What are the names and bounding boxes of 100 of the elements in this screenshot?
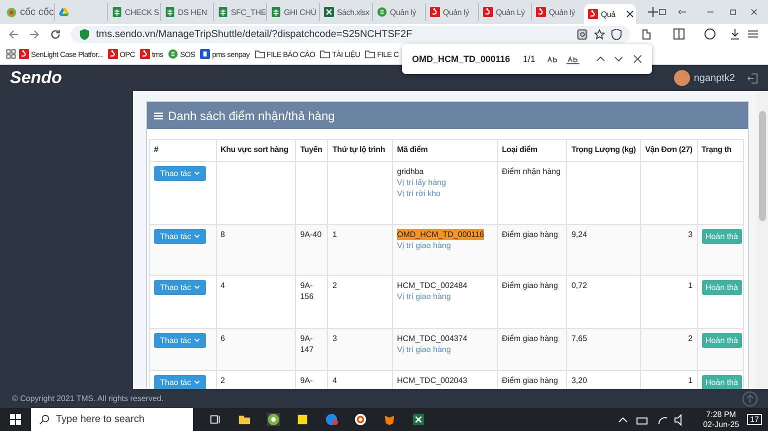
caret-icon: [194, 171, 200, 176]
status-badge: Hoàn thà: [702, 229, 742, 244]
user-name[interactable]: nganptk2: [694, 72, 735, 84]
column-header: #: [150, 140, 216, 162]
browser-icon[interactable]: [267, 413, 280, 426]
table-cell: 2: [332, 280, 337, 291]
taskbar-search-field[interactable]: Type here to search: [31, 408, 193, 431]
lines-circle-icon: [168, 49, 178, 59]
up-icon[interactable]: [596, 54, 606, 64]
location-link[interactable]: Vị trí giao hàng: [397, 291, 493, 302]
column-header: Mã điểm: [392, 140, 498, 162]
fox-icon[interactable]: [383, 413, 396, 426]
table-cell: 3: [688, 229, 693, 240]
table-cell: Điểm giao hàng: [502, 375, 558, 386]
table-cell-text: 9A-156: [300, 280, 315, 302]
brand-logo-icon: [430, 7, 440, 17]
notification-button[interactable]: 17: [747, 414, 762, 425]
browser-tab[interactable]: Quản Lý: [478, 3, 531, 21]
point-code: HCM_TDC_004374: [397, 333, 468, 344]
chat-icon[interactable]: [325, 413, 338, 426]
status-badge: Hoàn thà: [702, 375, 742, 389]
app-logo[interactable]: Sendo: [10, 68, 62, 88]
find-field[interactable]: OMD_HCM_TD_000116: [412, 54, 514, 64]
forward-icon[interactable]: [29, 28, 40, 40]
browser-tab[interactable]: SFC_THE: [212, 3, 266, 21]
caret-icon: [194, 285, 200, 290]
point-code: HCM_TDC_002043: [397, 375, 468, 386]
browser-logo: cốc cốc: [6, 6, 54, 18]
action-dropdown[interactable]: Thao tác: [154, 375, 206, 389]
close-icon[interactable]: [632, 54, 642, 64]
browser-tab[interactable]: DS HẸN: [160, 3, 213, 21]
table-cell: 7,65: [571, 333, 588, 344]
caret-icon: [194, 338, 200, 343]
star-icon[interactable]: [594, 28, 605, 40]
search-icon: [39, 414, 50, 425]
browser-tab[interactable]: Quản lý: [372, 3, 425, 21]
caret-icon: [194, 234, 200, 239]
drive-icon: [58, 7, 69, 17]
table-cell: Điểm giao hàng: [502, 229, 558, 240]
location-link[interactable]: Vị trí lấy hàng: [397, 177, 493, 188]
sticky-note-icon[interactable]: [296, 413, 309, 426]
table-cell: 8: [220, 229, 225, 240]
location-link[interactable]: Vị trí giao hàng: [397, 344, 493, 355]
table-cell: Điểm giao hàng: [502, 280, 558, 291]
location-link[interactable]: Vị trí giao hàng: [397, 240, 493, 251]
lines-circle-icon: [376, 7, 387, 17]
table-cell: 0,72: [571, 280, 588, 291]
brand-logo-icon: [108, 49, 118, 59]
table-cell: Điểm giao hàng: [502, 333, 558, 344]
down-icon[interactable]: [614, 54, 624, 64]
excel-icon: [324, 7, 334, 17]
spreadsheet-icon[interactable]: [412, 413, 425, 426]
avatar-icon[interactable]: [674, 70, 690, 86]
browser-tab[interactable]: Quản lý: [530, 3, 584, 21]
scrollbar[interactable]: [757, 91, 768, 389]
clock-time[interactable]: 7:28 PM: [706, 410, 736, 420]
table-cell: 6: [220, 333, 225, 344]
folder-icon: [320, 49, 330, 59]
windows-start-icon[interactable]: [10, 414, 21, 425]
table-cell-text: 9A-147: [300, 333, 315, 355]
copyright-text: © Copyright 2021 TMS. All rights reserved.: [12, 394, 164, 403]
shield-icon[interactable]: [611, 28, 622, 40]
address-field[interactable]: tms.sendo.vn/ManageTripShuttle/detail/?dispatchcode=S25NCHTSF2F: [71, 26, 630, 42]
logout-icon[interactable]: [747, 72, 758, 84]
ring-icon[interactable]: [354, 413, 367, 426]
reload-icon[interactable]: [50, 28, 61, 40]
table-cell: 2: [688, 333, 693, 344]
action-dropdown[interactable]: Thao tác: [154, 333, 206, 348]
action-dropdown[interactable]: Thao tác: [154, 229, 206, 244]
status-badge: Hoàn thà: [702, 333, 742, 348]
close-tab-icon[interactable]: [626, 10, 634, 18]
find-icon[interactable]: [577, 28, 588, 40]
location-link[interactable]: Vị trí rời kho: [397, 188, 493, 199]
table-cell: 9A-40: [300, 229, 322, 240]
browser-tab[interactable]: Sách.xlsx: [318, 3, 372, 21]
browser-tab[interactable]: CHECK S: [106, 3, 160, 21]
browser-tab[interactable]: GHI CHÚ: [266, 3, 319, 21]
list-icon: [154, 112, 163, 120]
sheet-icon: [270, 7, 281, 17]
back-icon[interactable]: [8, 28, 19, 40]
clock-date[interactable]: 02-Jun-25: [703, 420, 740, 430]
new-tab-icon[interactable]: [648, 7, 658, 17]
browser-tab[interactable]: Quản lý: [424, 3, 478, 21]
toolbar-icons-drawing[interactable]: [640, 28, 760, 40]
point-code: gridhba: [397, 166, 425, 177]
square-app-icon: [200, 49, 210, 59]
action-dropdown[interactable]: Thao tác: [154, 166, 206, 181]
browser-tab[interactable]: Quả: [584, 4, 636, 24]
shield-icon: [79, 28, 90, 40]
panel-title: Danh sách điểm nhận/thả hàng: [168, 108, 335, 122]
task-view-icon[interactable]: [209, 413, 222, 426]
apps-icon[interactable]: [6, 49, 16, 59]
table-cell: 4: [332, 375, 337, 386]
table-cell: 9A-: [300, 375, 313, 386]
window-controls-drawing[interactable]: [658, 7, 758, 17]
folder-icon[interactable]: [238, 413, 251, 426]
brand-logo-icon: [140, 49, 150, 59]
table-cell: 1: [332, 229, 337, 240]
action-dropdown[interactable]: Thao tác: [154, 280, 206, 295]
table-cell: 2: [220, 375, 225, 386]
